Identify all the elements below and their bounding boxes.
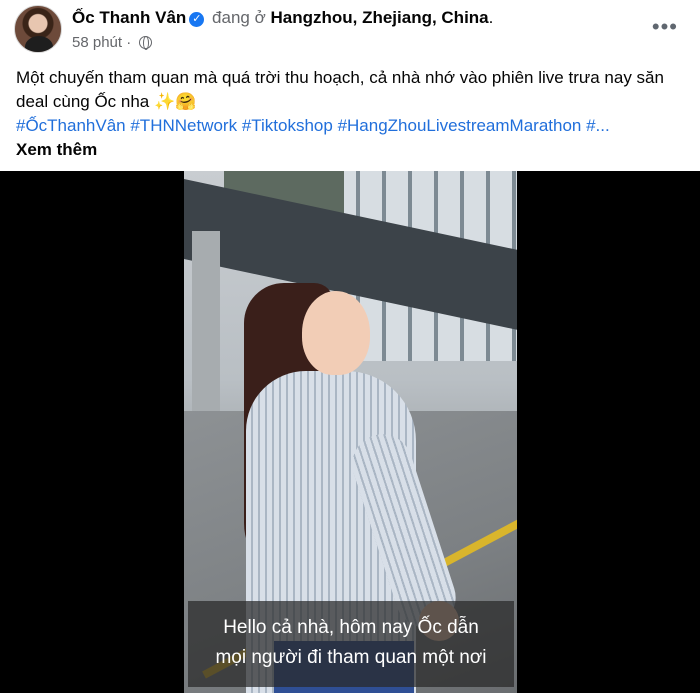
location-link[interactable]: Hangzhou, Zhejiang, China: [270, 8, 488, 27]
caption-text: Một chuyến tham quan mà quá trời thu hoạ…: [16, 68, 664, 111]
author-name[interactable]: Ốc Thanh Vân: [72, 8, 186, 27]
location-suffix: .: [488, 8, 494, 27]
globe-icon[interactable]: [139, 36, 153, 50]
post-meta: 58 phút ·: [72, 34, 153, 51]
location-prefix: đang ở: [212, 8, 266, 27]
avatar-figure: [25, 36, 53, 52]
author-line: Ốc Thanh Vân ✓ đang ở Hangzhou, Zhejiang,…: [72, 8, 493, 28]
more-options-button[interactable]: •••: [652, 14, 678, 40]
woman-face: [302, 291, 370, 375]
see-more-link[interactable]: Xem thêm: [16, 138, 686, 162]
subtitle-line: mọi người đi tham quan một nơi: [215, 647, 487, 668]
facebook-post: Ốc Thanh Vân ✓ đang ở Hangzhou, Zhejiang,…: [0, 0, 700, 693]
subtitle-line: Hello cả nhà, hôm nay Ốc dẫn: [223, 617, 479, 638]
video-subtitle: Hello cả nhà, hôm nay Ốc dẫn mọi người đ…: [188, 601, 514, 687]
author-avatar[interactable]: [14, 5, 62, 53]
verified-badge-icon: ✓: [189, 12, 205, 27]
hashtag-links[interactable]: #ỐcThanhVân #THNNetwork #Tiktokshop #Han…: [16, 114, 686, 138]
post-header: Ốc Thanh Vân ✓ đang ở Hangzhou, Zhejiang,…: [0, 0, 700, 60]
video-player[interactable]: Hello cả nhà, hôm nay Ốc dẫn mọi người đ…: [0, 171, 700, 693]
meta-separator: ·: [126, 34, 132, 51]
post-time[interactable]: 58 phút: [72, 34, 122, 51]
post-caption: Một chuyến tham quan mà quá trời thu hoạ…: [16, 66, 686, 162]
